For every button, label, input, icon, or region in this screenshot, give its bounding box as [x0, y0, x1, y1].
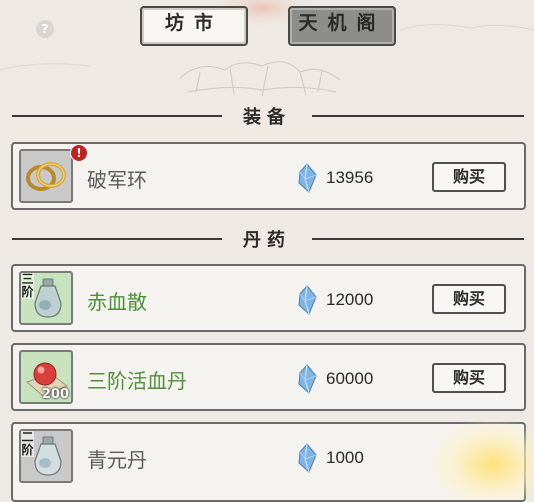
shop-item-card: ! 破军环 13956 购买 — [11, 142, 526, 210]
item-name: 赤血散 — [87, 290, 147, 314]
red-pill-icon[interactable]: 200 — [19, 350, 73, 404]
gold-rings-icon[interactable] — [19, 149, 73, 203]
medicine-bottle-icon[interactable]: 三阶 — [19, 271, 73, 325]
item-price: 60000 — [326, 369, 374, 388]
item-name: 破军环 — [87, 168, 147, 192]
blue-crystal-icon — [298, 163, 317, 193]
section-title: 丹药 — [243, 230, 291, 251]
watermark — [431, 420, 534, 500]
shop-item-card: 200 三阶活血丹 60000 购买 — [11, 343, 526, 411]
divider — [12, 238, 222, 240]
tab-market[interactable]: 坊市 — [140, 6, 248, 46]
item-name: 青元丹 — [87, 448, 147, 472]
help-icon[interactable]: ? — [36, 20, 54, 38]
section-header-medicine: 丹药 — [0, 224, 534, 254]
item-price: 1000 — [326, 448, 364, 467]
tier-badge: 三阶 — [21, 272, 34, 299]
blue-crystal-icon — [298, 443, 317, 473]
buy-button[interactable]: 购买 — [432, 162, 506, 192]
alert-badge: ! — [70, 144, 88, 162]
item-price: 12000 — [326, 290, 374, 309]
tab-pavilion[interactable]: 天机阁 — [288, 6, 396, 46]
blue-crystal-icon — [298, 285, 317, 315]
item-price: 13956 — [326, 168, 374, 187]
buy-button[interactable]: 购买 — [432, 284, 506, 314]
item-quantity: 200 — [41, 387, 69, 402]
tier-badge: 二阶 — [21, 430, 34, 457]
divider — [12, 115, 222, 117]
section-title: 装备 — [243, 107, 291, 128]
item-name: 三阶活血丹 — [87, 369, 187, 393]
medicine-bottle-icon[interactable]: 二阶 — [19, 429, 73, 483]
divider — [312, 115, 524, 117]
buy-button[interactable]: 购买 — [432, 363, 506, 393]
divider — [312, 238, 524, 240]
blue-crystal-icon — [298, 364, 317, 394]
section-header-equipment: 装备 — [0, 101, 534, 131]
shop-item-card: 三阶 赤血散 12000 购买 — [11, 264, 526, 332]
